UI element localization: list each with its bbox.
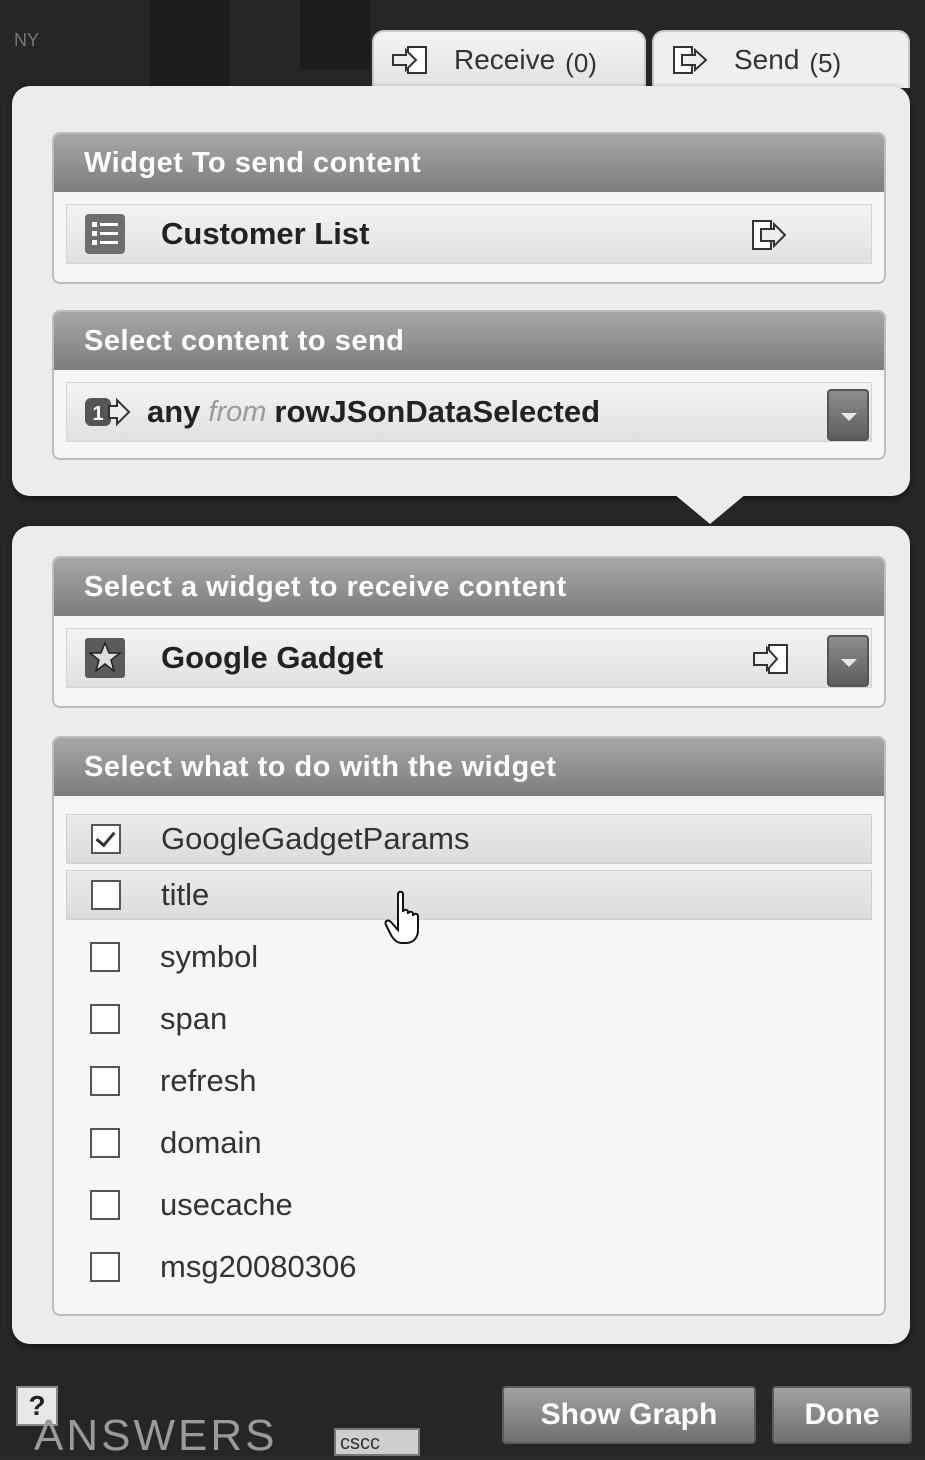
tab-send-count: (5) (809, 47, 842, 78)
receive-widget-name: Google Gadget (161, 640, 384, 675)
checklist-label: msg20080306 (160, 1249, 357, 1284)
checkbox[interactable] (90, 1004, 120, 1034)
show-graph-button[interactable]: Show Graph (502, 1386, 756, 1444)
action-checklist: GoogleGadgetParams title symbol span ref… (66, 808, 872, 1298)
receive-widget-dropdown-button[interactable] (827, 635, 869, 687)
content-any: any (147, 394, 201, 429)
checkbox[interactable] (90, 942, 120, 972)
checklist-item[interactable]: GoogleGadgetParams (66, 814, 872, 864)
checklist-label: domain (160, 1125, 262, 1160)
checklist-item[interactable]: span (66, 988, 872, 1050)
send-arrow-icon (673, 46, 708, 74)
checkbox[interactable] (91, 880, 121, 910)
section-heading: Widget To send content (54, 134, 884, 192)
checklist-label: title (161, 877, 210, 912)
checklist-item[interactable]: msg20080306 (66, 1236, 872, 1298)
list-icon (85, 214, 125, 254)
content-to-send-section: Select content to send 1 any from rowJSo… (52, 310, 886, 460)
tab-receive[interactable]: Receive (0) (372, 30, 646, 88)
checkbox[interactable] (91, 824, 121, 854)
checkbox[interactable] (90, 1066, 120, 1096)
tab-receive-label: Receive (454, 44, 556, 75)
checkbox[interactable] (90, 1128, 120, 1158)
receive-arrow-icon (753, 644, 788, 674)
one-arrow-icon: 1 (85, 397, 131, 427)
svg-text:1: 1 (92, 403, 103, 425)
section-heading: Select what to do with the widget (54, 738, 884, 796)
widget-action-section: Select what to do with the widget Google… (52, 736, 886, 1316)
background-search-field[interactable]: cscc (334, 1428, 420, 1456)
receive-widget-section: Select a widget to receive content Googl… (52, 556, 886, 708)
checklist-item[interactable]: symbol (66, 926, 872, 988)
checklist-label: GoogleGadgetParams (161, 821, 470, 856)
section-heading: Select content to send (54, 312, 884, 370)
receive-panel: Select a widget to receive content Googl… (12, 526, 910, 1344)
done-button[interactable]: Done (772, 1386, 912, 1444)
checklist-item[interactable]: usecache (66, 1174, 872, 1236)
checklist-item[interactable]: title (66, 870, 872, 920)
tab-send-label: Send (734, 44, 800, 75)
checklist-item[interactable]: refresh (66, 1050, 872, 1112)
answers-logo: ANSWERS (34, 1411, 278, 1460)
checklist-label: refresh (160, 1063, 257, 1098)
content-dropdown-button[interactable] (827, 389, 869, 441)
section-heading: Select a widget to receive content (54, 558, 884, 616)
widget-to-send-section: Widget To send content Customer List (52, 132, 886, 284)
checkbox[interactable] (90, 1190, 120, 1220)
tab-receive-count: (0) (565, 47, 597, 78)
checklist-label: span (160, 1001, 228, 1036)
hand-cursor-icon (384, 890, 419, 944)
checklist-item[interactable]: domain (66, 1112, 872, 1174)
send-widget-name: Customer List (161, 216, 370, 251)
panel-connector (674, 494, 746, 524)
checklist-label: symbol (160, 939, 259, 974)
send-arrow-icon (752, 220, 787, 250)
bg-corner-text: NY (14, 30, 40, 50)
gadget-star-icon (85, 638, 125, 678)
tab-send[interactable]: Send (5) (652, 30, 910, 88)
checkbox[interactable] (90, 1252, 120, 1282)
content-from: from (208, 395, 267, 428)
content-select[interactable]: 1 any from rowJSonDataSelected (66, 382, 872, 442)
bg-column (300, 0, 370, 70)
send-widget-row[interactable]: Customer List (66, 204, 872, 264)
content-source: rowJSonDataSelected (274, 394, 601, 429)
receive-widget-select[interactable]: Google Gadget (66, 628, 872, 688)
receive-arrow-icon (392, 46, 427, 74)
checklist-label: usecache (160, 1187, 293, 1222)
send-panel: Widget To send content Customer List Sel… (12, 86, 910, 496)
